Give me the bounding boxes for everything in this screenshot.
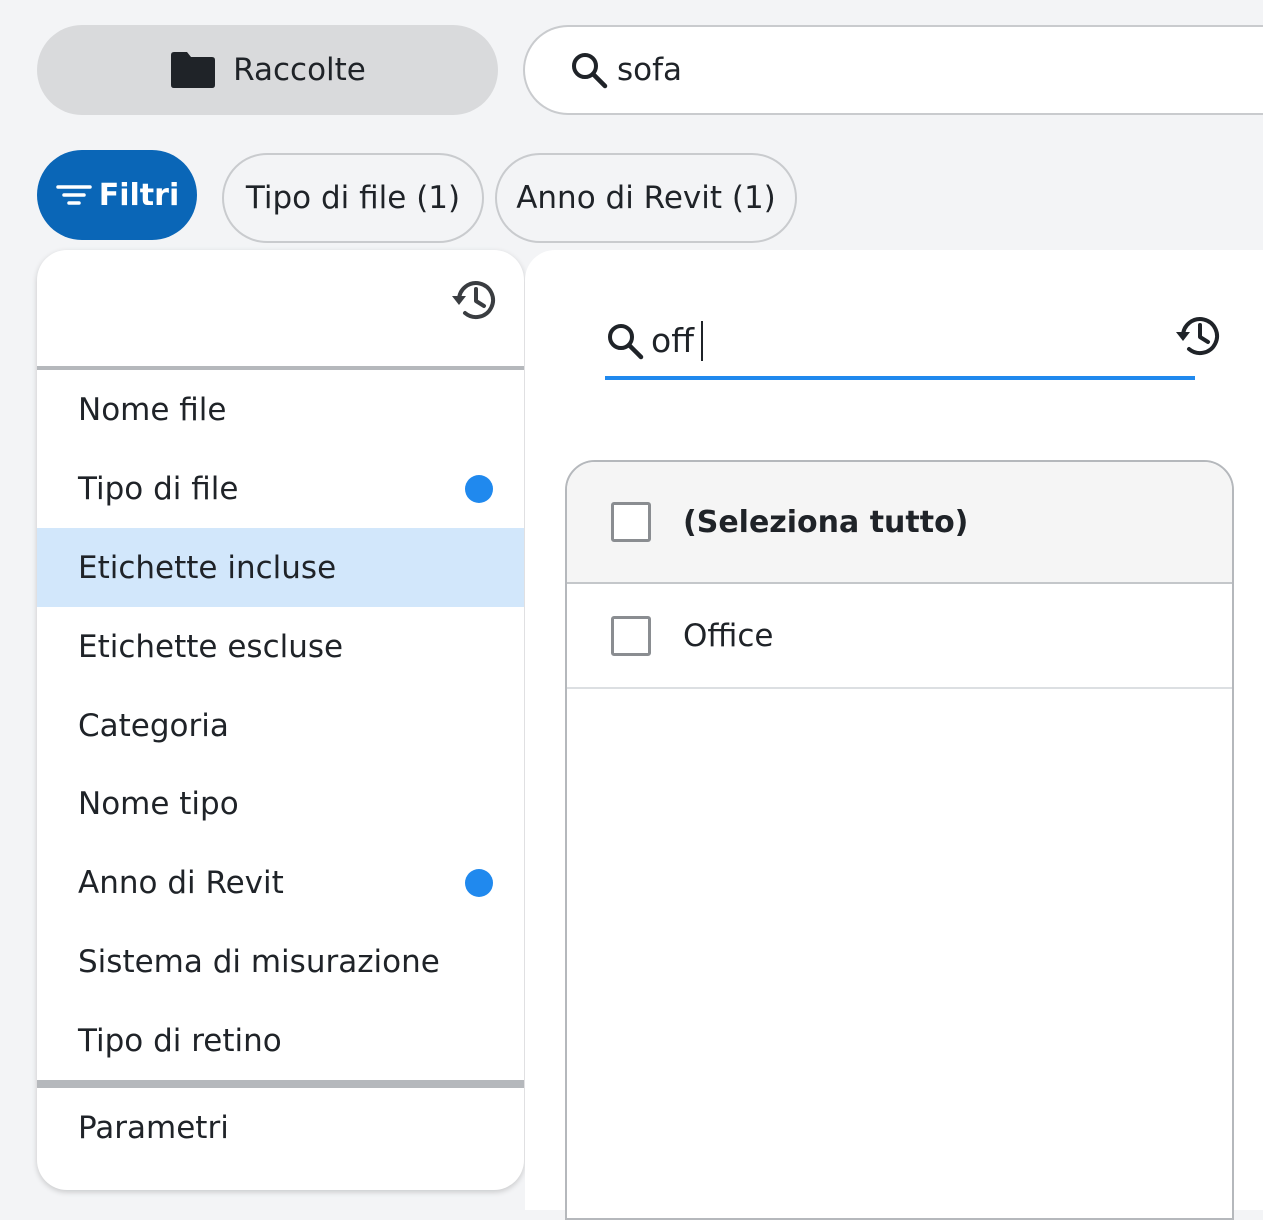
value-search-input[interactable]: off xyxy=(605,305,1195,380)
collections-label: Raccolte xyxy=(233,52,366,88)
chip-revit-year[interactable]: Anno di Revit (1) xyxy=(495,153,797,243)
history-icon[interactable] xyxy=(449,274,501,326)
panel-item-label: Tipo di file xyxy=(78,470,239,507)
panel-item-file-type[interactable]: Tipo di file xyxy=(37,449,524,528)
checkbox-icon[interactable] xyxy=(611,615,651,656)
search-icon xyxy=(572,53,608,89)
panel-item-type-name[interactable]: Nome tipo xyxy=(37,764,524,843)
panel-item-revit-year[interactable]: Anno di Revit xyxy=(37,843,524,922)
panel-item-included-tags[interactable]: Etichette incluse xyxy=(37,528,524,607)
panel-item-category[interactable]: Categoria xyxy=(37,686,524,765)
panel-item-measurement-system[interactable]: Sistema di misurazione xyxy=(37,922,524,1001)
active-filter-dot xyxy=(465,474,493,503)
collections-button[interactable]: Raccolte xyxy=(37,25,498,115)
folder-icon xyxy=(171,52,216,88)
chip-file-type[interactable]: Tipo di file (1) xyxy=(222,153,484,243)
panel-divider xyxy=(37,1080,524,1088)
panel-item-label: Parametri xyxy=(78,1109,229,1146)
filter-icon xyxy=(56,185,92,205)
panel-item-label: Tipo di retino xyxy=(78,1022,282,1059)
chip-revit-year-label: Anno di Revit (1) xyxy=(516,180,776,216)
panel-item-excluded-tags[interactable]: Etichette escluse xyxy=(37,607,524,686)
select-all-row[interactable]: (Seleziona tutto) xyxy=(567,462,1232,584)
panel-item-label: Anno di Revit xyxy=(78,864,284,901)
filters-label: Filtri xyxy=(98,177,180,213)
filter-category-panel: Nome file Tipo di file Etichette incluse… xyxy=(37,250,524,1190)
panel-item-label: Categoria xyxy=(78,707,229,744)
value-search-text: off xyxy=(651,321,694,360)
search-icon xyxy=(608,323,644,359)
panel-item-label: Etichette incluse xyxy=(78,549,337,586)
panel-item-parameters[interactable]: Parametri xyxy=(37,1088,524,1167)
list-item[interactable]: Office xyxy=(567,584,1232,689)
main-search-input[interactable]: sofa xyxy=(523,25,1263,115)
values-list: (Seleziona tutto) Office xyxy=(565,460,1234,1220)
panel-item-label: Nome file xyxy=(78,391,227,428)
text-caret xyxy=(700,320,703,361)
history-icon[interactable] xyxy=(1173,310,1225,362)
filter-values-panel: off (Seleziona tutto) Office xyxy=(525,250,1263,1220)
panel-item-label: Nome tipo xyxy=(78,785,239,822)
main-search-value: sofa xyxy=(617,52,683,88)
active-filter-dot xyxy=(465,868,493,897)
panel-item-file-name[interactable]: Nome file xyxy=(37,370,524,449)
panel-item-label: Etichette escluse xyxy=(78,628,344,665)
panel-item-label: Sistema di misurazione xyxy=(78,943,440,980)
checkbox-icon[interactable] xyxy=(611,502,651,542)
filters-button[interactable]: Filtri xyxy=(37,150,197,240)
list-item-label: Office xyxy=(683,617,774,654)
panel-item-hatch-type[interactable]: Tipo di retino xyxy=(37,1001,524,1080)
chip-file-type-label: Tipo di file (1) xyxy=(245,180,461,216)
select-all-label: (Seleziona tutto) xyxy=(683,504,969,540)
